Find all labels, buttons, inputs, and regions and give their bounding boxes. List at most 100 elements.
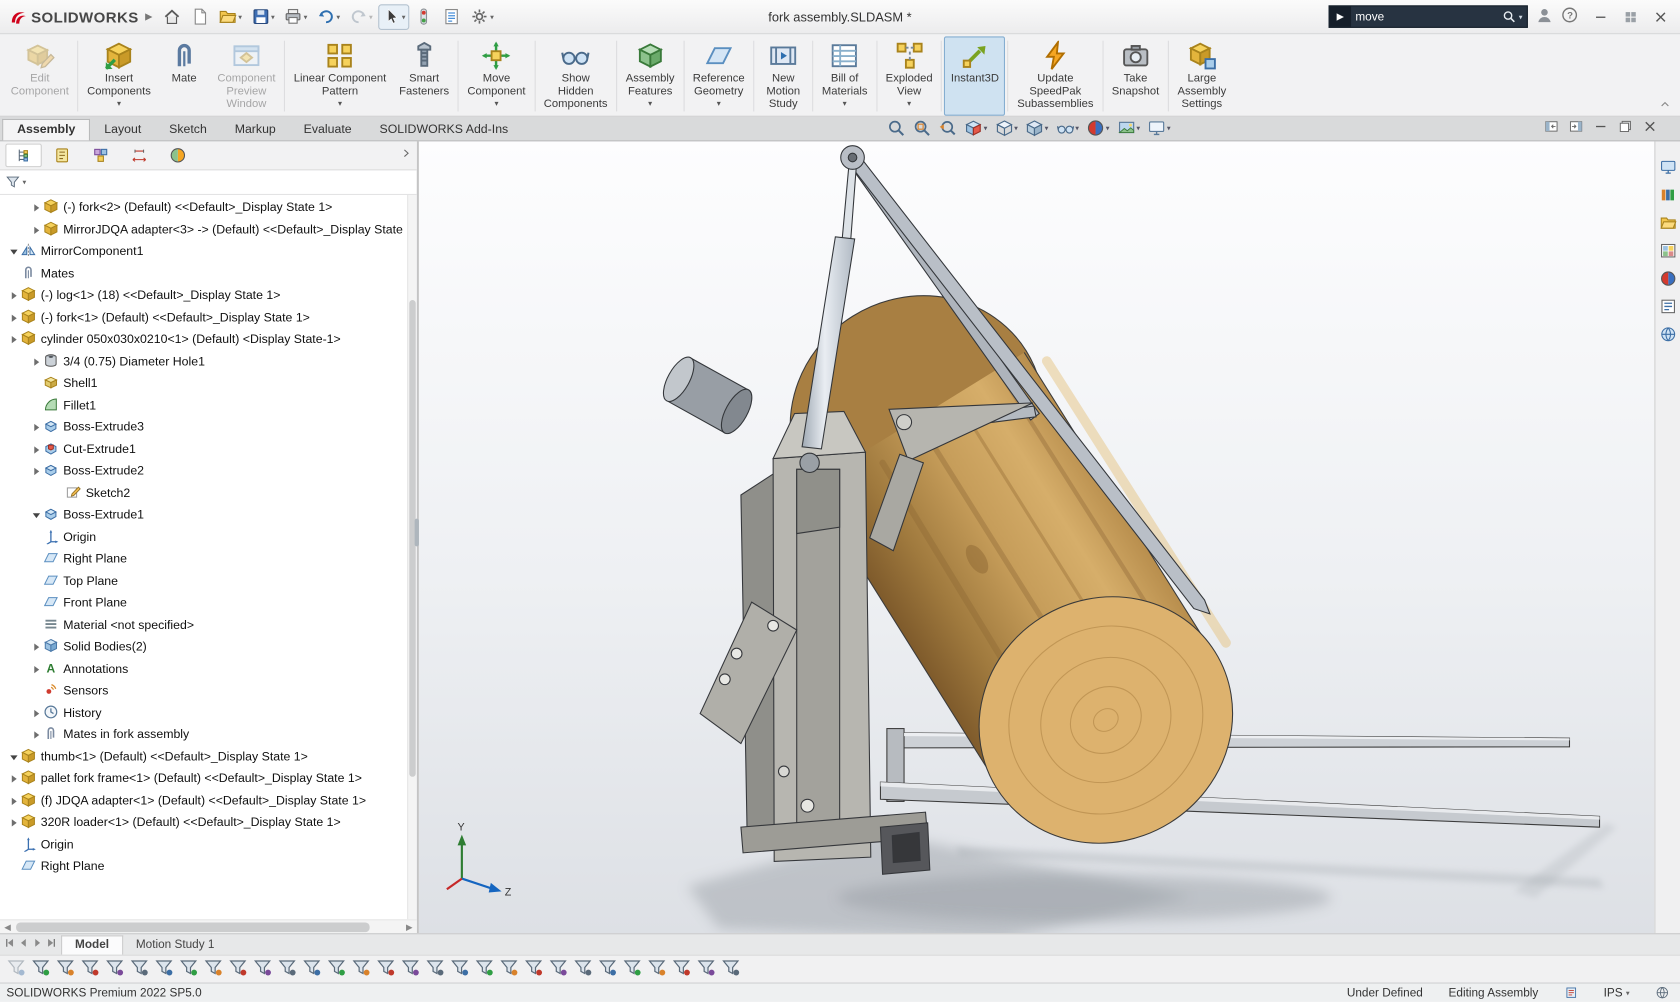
filter-midpoints-button[interactable]: [351, 958, 370, 981]
expand-right-icon[interactable]: [6, 797, 20, 806]
show-left-pane-button[interactable]: [1544, 119, 1559, 137]
expand-right-icon[interactable]: [6, 336, 20, 345]
tab-assembly[interactable]: Assembly: [2, 119, 90, 140]
expand-right-icon[interactable]: [29, 358, 43, 367]
expand-right-icon[interactable]: [29, 643, 43, 652]
search-caret-icon[interactable]: ▾: [1519, 12, 1523, 21]
menu-expand-arrow-icon[interactable]: ▶: [143, 11, 159, 23]
rebuild-button[interactable]: [411, 4, 438, 30]
solidworks-resources-tab[interactable]: [1659, 159, 1676, 179]
clear-all-filters-button[interactable]: [6, 958, 25, 981]
tree-item-history[interactable]: History: [0, 702, 417, 724]
filter-routing-points-button[interactable]: [696, 958, 715, 981]
scroll-first-button[interactable]: [3, 936, 16, 952]
view-orientation-button[interactable]: ▾: [993, 118, 1020, 138]
expand-right-icon[interactable]: [29, 423, 43, 432]
filter-datums-button[interactable]: [524, 958, 543, 981]
exploded-view-button[interactable]: Exploded View▾: [879, 36, 939, 115]
toggle-selection-filters-button[interactable]: [80, 958, 99, 981]
tree-item-sensors[interactable]: Sensors: [0, 680, 417, 702]
search-input[interactable]: [1351, 10, 1503, 23]
tree-filter-bar[interactable]: ▾: [0, 170, 417, 195]
dropdown-caret-icon[interactable]: ▾: [490, 12, 494, 21]
restore-document-button[interactable]: [1618, 119, 1633, 137]
dropdown-caret-icon[interactable]: ▾: [117, 99, 121, 108]
help-button[interactable]: ?: [1561, 6, 1578, 26]
minimize-document-button[interactable]: [1593, 119, 1608, 137]
tree-vertical-scrollbar[interactable]: [407, 195, 417, 919]
search-box[interactable]: ▶ ▾: [1329, 5, 1528, 28]
filter-solid-bodies-button[interactable]: [179, 958, 198, 981]
filter-hole-callouts-button[interactable]: [721, 958, 740, 981]
dropdown-caret-icon[interactable]: ▾: [907, 99, 911, 108]
solidworks-forum-tab[interactable]: [1659, 326, 1676, 346]
tree-item-log-1-18-default-display-state-1[interactable]: (-) log<1> (18) <<Default>_Display State…: [0, 285, 417, 307]
reference-geometry-button[interactable]: Reference Geometry▾: [686, 36, 751, 115]
expand-down-icon[interactable]: [29, 511, 43, 520]
tree-item-front-plane[interactable]: Front Plane: [0, 593, 417, 615]
expand-right-icon[interactable]: [29, 226, 43, 235]
dropdown-caret-icon[interactable]: ▾: [369, 12, 373, 21]
tree-item-right-plane[interactable]: Right Plane: [0, 549, 417, 571]
tree-item-sketch2[interactable]: Sketch2: [0, 483, 417, 505]
tab-sketch[interactable]: Sketch: [155, 120, 221, 140]
zoom-to-fit-button[interactable]: [885, 118, 908, 138]
dropdown-caret-icon[interactable]: ▾: [1106, 124, 1110, 133]
file-properties-button[interactable]: [439, 4, 466, 30]
design-library-tab[interactable]: [1659, 186, 1676, 206]
open-button[interactable]: ▾: [215, 4, 247, 30]
expand-right-icon[interactable]: [6, 819, 20, 828]
view-settings-button[interactable]: ▾: [1145, 118, 1172, 138]
scroll-previous-button[interactable]: [17, 936, 30, 952]
tree-item-mates-in-fork-assembly[interactable]: Mates in fork assembly: [0, 724, 417, 746]
3d-scene[interactable]: Y Z: [419, 141, 1654, 933]
take-snapshot-button[interactable]: Take Snapshot: [1105, 36, 1165, 115]
expand-right-icon[interactable]: [6, 314, 20, 323]
filter-welds-button[interactable]: [573, 958, 592, 981]
expand-right-icon[interactable]: [29, 709, 43, 718]
scrollbar-thumb[interactable]: [16, 923, 370, 933]
filter-funnel-icon[interactable]: [5, 175, 20, 190]
filter-geometric-tolerances-button[interactable]: [475, 958, 494, 981]
search-scope-icon[interactable]: ▶: [1330, 6, 1351, 26]
tree-item-boss-extrude3[interactable]: Boss-Extrude3: [0, 417, 417, 439]
expand-right-icon[interactable]: [29, 204, 43, 213]
collapse-ribbon-icon[interactable]: [1659, 99, 1672, 113]
tree-item-3-4-0-75-diameter-hole1[interactable]: 3/4 (0.75) Diameter Hole1: [0, 351, 417, 373]
save-button[interactable]: ▾: [247, 4, 279, 30]
scroll-last-button[interactable]: [45, 936, 58, 952]
filter-vertices-button[interactable]: [105, 958, 124, 981]
previous-view-button[interactable]: [936, 118, 959, 138]
tree-item-mates[interactable]: Mates: [0, 263, 417, 285]
linear-component-pattern-button[interactable]: Linear Component Pattern▾: [287, 36, 392, 115]
tree-item-solid-bodies-2[interactable]: Solid Bodies(2): [0, 636, 417, 658]
filter-faces-button[interactable]: [154, 958, 173, 981]
filter-connection-points-button[interactable]: [672, 958, 691, 981]
tree-item-top-plane[interactable]: Top Plane: [0, 571, 417, 593]
custom-properties-tab[interactable]: [1659, 298, 1676, 318]
redo-button[interactable]: ▾: [345, 4, 377, 30]
new-motion-study-button[interactable]: New Motion Study: [756, 36, 810, 115]
home-button[interactable]: [159, 4, 186, 30]
panel-tab-configurationmanager[interactable]: [83, 144, 119, 168]
tree-item-pallet-fork-frame-1-default-default-disp[interactable]: pallet fork frame<1> (Default) <<Default…: [0, 768, 417, 790]
options-button[interactable]: ▾: [467, 4, 499, 30]
dropdown-caret-icon[interactable]: ▾: [402, 12, 406, 21]
tree-item-origin[interactable]: Origin: [0, 527, 417, 549]
view-palette-tab[interactable]: [1659, 242, 1676, 262]
large-assembly-settings-button[interactable]: Large Assembly Settings: [1171, 36, 1233, 115]
tab-markup[interactable]: Markup: [221, 120, 290, 140]
tree-item-fork-2-default-default-display-state-1[interactable]: (-) fork<2> (Default) <<Default>_Display…: [0, 197, 417, 219]
filter-datum-targets-button[interactable]: [598, 958, 617, 981]
filter-center-marks-button[interactable]: [376, 958, 395, 981]
filter-notes-balloons-button[interactable]: [499, 958, 518, 981]
tree-item-origin[interactable]: Origin: [0, 834, 417, 856]
units-caret-icon[interactable]: ▾: [1626, 988, 1630, 997]
mate-button[interactable]: Mate: [157, 36, 211, 115]
filter-temporary-axes-button[interactable]: [253, 958, 272, 981]
panel-tab-featuremanager-design-tree[interactable]: [5, 144, 41, 168]
instant3d-button[interactable]: Instant3D: [944, 36, 1005, 115]
filter-edges-button[interactable]: [130, 958, 149, 981]
tree-item-thumb-1-default-default-display-state-1[interactable]: thumb<1> (Default) <<Default>_Display St…: [0, 746, 417, 768]
dropdown-caret-icon[interactable]: ▾: [717, 99, 721, 108]
